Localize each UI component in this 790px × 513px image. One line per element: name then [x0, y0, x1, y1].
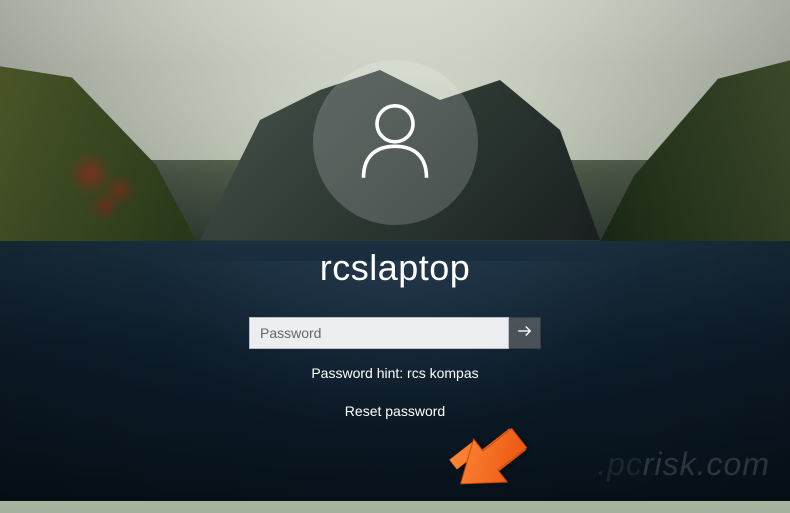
arrow-right-icon — [516, 322, 534, 345]
user-icon — [350, 95, 440, 190]
password-row — [249, 317, 541, 349]
reset-password-link[interactable]: Reset password — [345, 403, 445, 419]
login-panel: rcslaptop Password hint: rcs kompas Rese… — [0, 0, 790, 419]
password-input[interactable] — [249, 317, 509, 349]
user-avatar — [313, 60, 478, 225]
watermark-text: .pcrisk.com — [597, 446, 770, 483]
password-hint: Password hint: rcs kompas — [311, 365, 478, 381]
username-label: rcslaptop — [320, 247, 471, 289]
submit-button[interactable] — [509, 317, 541, 349]
